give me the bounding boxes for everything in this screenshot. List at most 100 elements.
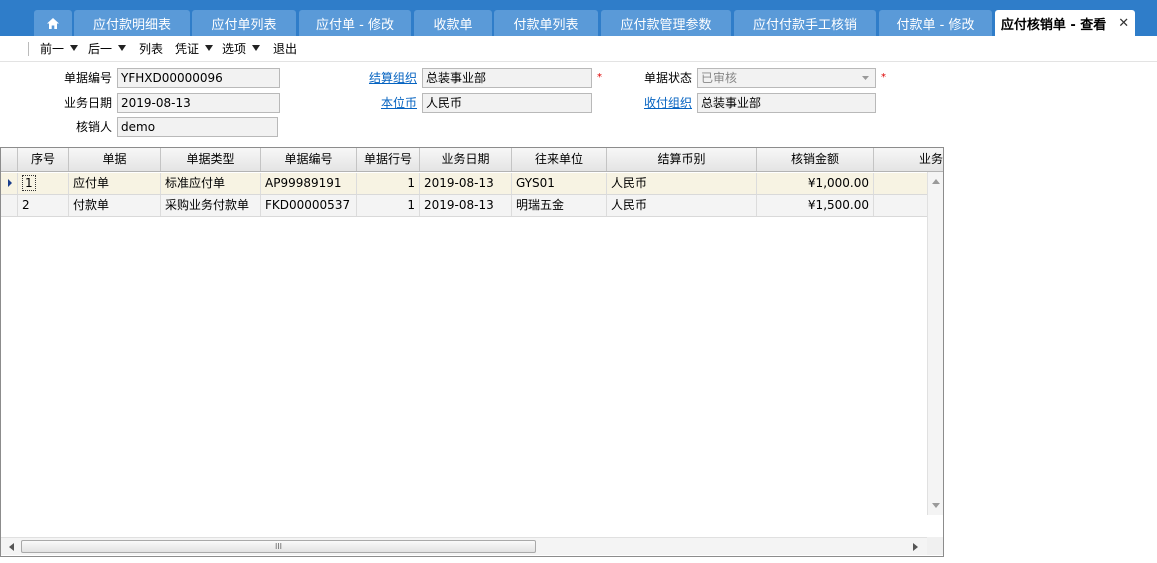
column-header[interactable]: 业务日期 xyxy=(420,148,512,171)
toolbar: 前一 后一 列表 凭证 选项 退出 xyxy=(0,36,1157,62)
local-currency-link[interactable]: 本位币 xyxy=(340,93,417,113)
verifier-field[interactable]: demo xyxy=(117,117,278,137)
tab-label: 应付款明细表 xyxy=(92,17,171,33)
caret-down-icon[interactable] xyxy=(70,45,79,51)
column-header[interactable]: 序号 xyxy=(18,148,69,171)
tab-label: 应付核销单 - 查看 xyxy=(1000,17,1107,33)
horizontal-scrollbar[interactable]: III xyxy=(1,537,927,555)
chevron-down-icon[interactable] xyxy=(857,70,873,86)
caret-down-icon[interactable] xyxy=(118,45,127,51)
tab-receipt[interactable]: 收款单 xyxy=(414,10,492,36)
cell-seq[interactable]: 1 xyxy=(18,173,69,194)
prev-button[interactable]: 前一 xyxy=(40,41,79,57)
grid-header: 序号 单据 单据类型 单据编号 单据行号 业务日期 往来单位 结算币别 核销金额… xyxy=(1,148,943,172)
list-button[interactable]: 列表 xyxy=(139,41,163,57)
home-icon xyxy=(47,17,59,29)
caret-down-icon[interactable] xyxy=(252,45,261,51)
settle-org-field[interactable]: 总装事业部 xyxy=(422,68,592,88)
options-button[interactable]: 选项 xyxy=(222,41,261,57)
cell-amount[interactable]: ¥1,000.00 xyxy=(757,173,874,194)
required-mark: * xyxy=(597,72,602,83)
scrollbar-corner xyxy=(927,537,943,555)
verifier-label: 核销人 xyxy=(75,120,112,134)
tab-ap-list[interactable]: 应付单列表 xyxy=(192,10,296,36)
scroll-right-icon[interactable] xyxy=(913,543,918,551)
cell-doc-no[interactable]: AP99989191 xyxy=(261,173,357,194)
toolbar-separator xyxy=(28,42,30,56)
tab-payment-list[interactable]: 付款单列表 xyxy=(494,10,598,36)
tab-ap-edit[interactable]: 应付单 - 修改 xyxy=(299,10,411,36)
cell-doc-type[interactable]: 标准应付单 xyxy=(161,173,261,194)
column-header[interactable]: 业务 xyxy=(874,148,943,171)
list-label: 列表 xyxy=(139,42,164,56)
horizontal-scroll-thumb[interactable]: III xyxy=(21,540,536,553)
tab-label: 收款单 xyxy=(433,17,473,33)
column-header[interactable]: 结算币别 xyxy=(607,148,757,171)
caret-down-icon[interactable] xyxy=(205,45,214,51)
cell-currency[interactable]: 人民币 xyxy=(607,195,757,216)
scroll-up-icon[interactable] xyxy=(932,179,940,184)
tab-payment-edit[interactable]: 付款单 - 修改 xyxy=(879,10,992,36)
exit-label: 退出 xyxy=(273,42,298,56)
voucher-button[interactable]: 凭证 xyxy=(175,41,214,57)
row-indicator xyxy=(1,195,18,216)
tab-ap-params[interactable]: 应付款管理参数 xyxy=(601,10,731,36)
scroll-down-icon[interactable] xyxy=(932,503,940,508)
biz-date-field[interactable]: 2019-08-13 xyxy=(117,93,280,113)
cell-doc-type[interactable]: 采购业务付款单 xyxy=(161,195,261,216)
next-button[interactable]: 后一 xyxy=(88,41,127,57)
tab-manual-writeoff[interactable]: 应付付款手工核销 xyxy=(734,10,876,36)
tab-home[interactable] xyxy=(34,10,72,36)
tab-label: 付款单 - 修改 xyxy=(896,17,975,33)
doc-no-field[interactable]: YFHXD00000096 xyxy=(117,68,280,88)
header-indicator xyxy=(1,148,18,171)
column-header[interactable]: 单据 xyxy=(69,148,161,171)
status-label: 单据状态 xyxy=(643,71,692,85)
options-label: 选项 xyxy=(222,42,247,56)
cell-line-no[interactable]: 1 xyxy=(357,173,420,194)
biz-date-label: 业务日期 xyxy=(63,96,112,110)
cell-partner[interactable]: GYS01 xyxy=(512,173,607,194)
close-icon[interactable]: ✕ xyxy=(1118,16,1129,31)
cell-seq[interactable]: 2 xyxy=(18,195,69,216)
tab-writeoff-view[interactable]: 应付核销单 - 查看 ✕ xyxy=(995,10,1135,36)
cell-extra[interactable] xyxy=(874,195,927,216)
tab-label: 应付款管理参数 xyxy=(620,17,712,33)
tab-label: 付款单列表 xyxy=(513,17,579,33)
cell-extra[interactable] xyxy=(874,173,927,194)
column-header[interactable]: 单据行号 xyxy=(357,148,420,171)
cell-amount[interactable]: ¥1,500.00 xyxy=(757,195,874,216)
cell-partner[interactable]: 明瑞五金 xyxy=(512,195,607,216)
exit-button[interactable]: 退出 xyxy=(273,41,297,57)
status-combo[interactable]: 已审核 xyxy=(697,68,876,88)
table-row[interactable]: 2 付款单 采购业务付款单 FKD00000537 1 2019-08-13 明… xyxy=(1,195,927,217)
scroll-left-icon[interactable] xyxy=(9,543,14,551)
cell-currency[interactable]: 人民币 xyxy=(607,173,757,194)
column-header[interactable]: 单据类型 xyxy=(161,148,261,171)
tab-ap-detail[interactable]: 应付款明细表 xyxy=(74,10,190,36)
cell-doc[interactable]: 付款单 xyxy=(69,195,161,216)
cell-doc[interactable]: 应付单 xyxy=(69,173,161,194)
row-pointer-icon xyxy=(8,179,12,187)
pay-org-link[interactable]: 收付组织 xyxy=(615,93,692,113)
table-row[interactable]: 1 应付单 标准应付单 AP99989191 1 2019-08-13 GYS0… xyxy=(1,173,927,195)
vertical-scrollbar[interactable] xyxy=(927,172,943,515)
cell-doc-no[interactable]: FKD00000537 xyxy=(261,195,357,216)
tab-label: 应付单 - 修改 xyxy=(316,17,394,33)
column-header[interactable]: 单据编号 xyxy=(261,148,357,171)
column-header[interactable]: 核销金额 xyxy=(757,148,874,171)
entry-grid: 序号 单据 单据类型 单据编号 单据行号 业务日期 往来单位 结算币别 核销金额… xyxy=(0,147,944,557)
local-currency-field[interactable]: 人民币 xyxy=(422,93,592,113)
cell-biz-date[interactable]: 2019-08-13 xyxy=(420,195,512,216)
required-mark: * xyxy=(881,72,886,83)
column-header[interactable]: 往来单位 xyxy=(512,148,607,171)
cell-line-no[interactable]: 1 xyxy=(357,195,420,216)
tab-label: 应付付款手工核销 xyxy=(752,17,857,33)
doc-no-label: 单据编号 xyxy=(63,71,112,85)
status-value: 已审核 xyxy=(701,71,738,85)
cell-biz-date[interactable]: 2019-08-13 xyxy=(420,173,512,194)
settle-org-link[interactable]: 结算组织 xyxy=(340,68,417,88)
voucher-label: 凭证 xyxy=(175,42,200,56)
pay-org-field[interactable]: 总装事业部 xyxy=(697,93,876,113)
scroll-grip: III xyxy=(274,542,283,551)
